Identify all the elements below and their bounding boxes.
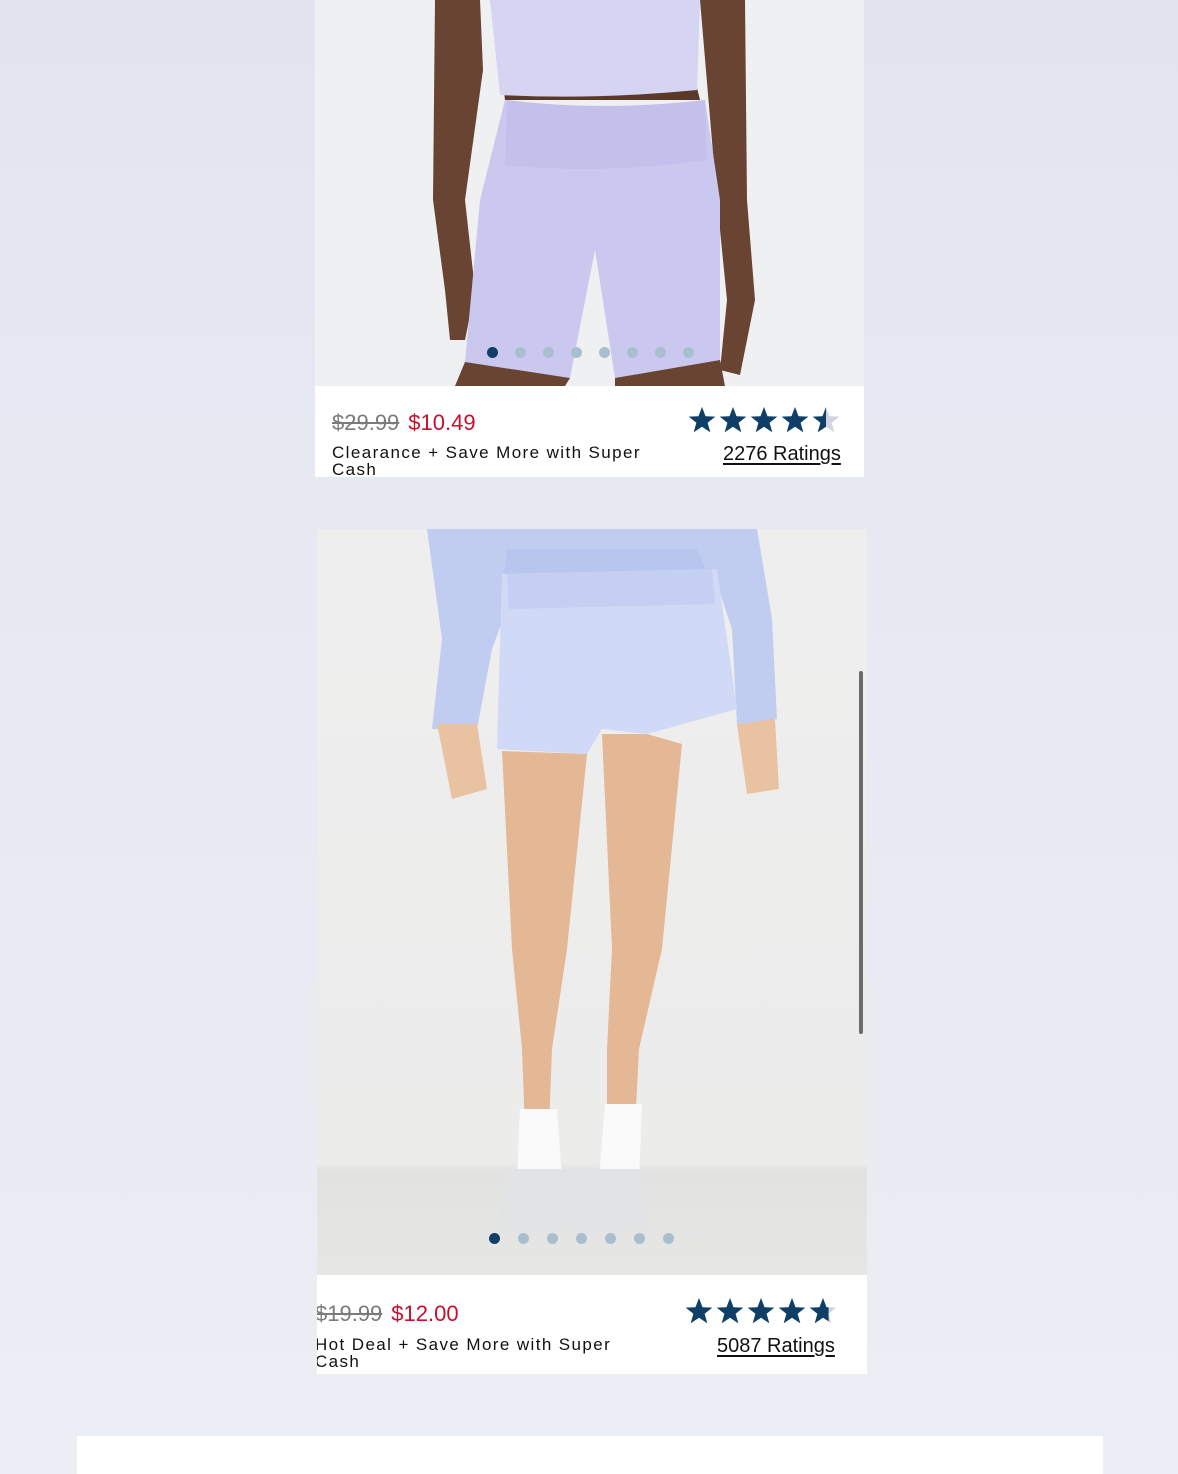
original-price: $29.99	[332, 410, 400, 435]
star-icon	[719, 407, 747, 433]
sale-price: $10.49	[408, 410, 476, 435]
sale-price: $12.00	[391, 1301, 459, 1326]
carousel-dot[interactable]	[576, 1233, 587, 1244]
bottom-panel	[77, 1436, 1103, 1474]
promo-text: Hot Deal + Save More with Super Cash	[317, 1335, 612, 1371]
carousel-dot[interactable]	[571, 347, 582, 358]
star-icon	[778, 1298, 806, 1324]
rating-stars	[685, 1297, 837, 1325]
original-price: $19.99	[317, 1301, 383, 1326]
carousel-dot[interactable]	[518, 1233, 529, 1244]
star-icon	[809, 1298, 837, 1324]
product-card[interactable]: $19.99 $12.00 Hot Deal + Save More with …	[317, 529, 867, 1374]
carousel-dot[interactable]	[683, 347, 694, 358]
carousel-dot[interactable]	[663, 1233, 674, 1244]
star-icon	[781, 407, 809, 433]
ratings-link[interactable]: 5087 Ratings	[717, 1335, 835, 1358]
carousel-dot[interactable]	[487, 347, 498, 358]
star-icon	[685, 1298, 713, 1324]
carousel-dot[interactable]	[515, 347, 526, 358]
carousel-dot[interactable]	[547, 1233, 558, 1244]
star-icon	[716, 1298, 744, 1324]
promo-text: Clearance + Save More with Super Cash	[332, 443, 641, 477]
star-icon	[688, 407, 716, 433]
product-image[interactable]	[317, 529, 867, 1275]
product-info: $29.99 $10.49 Clearance + Save More with…	[315, 386, 864, 477]
product-info: $19.99 $12.00 Hot Deal + Save More with …	[317, 1275, 867, 1374]
product-image[interactable]	[315, 0, 864, 386]
carousel-dot[interactable]	[655, 347, 666, 358]
carousel-dot[interactable]	[489, 1233, 500, 1244]
product-card[interactable]: $29.99 $10.49 Clearance + Save More with…	[315, 0, 864, 477]
carousel-dot[interactable]	[634, 1233, 645, 1244]
star-icon	[747, 1298, 775, 1324]
price-group: $29.99 $10.49	[332, 410, 476, 436]
star-icon	[750, 407, 778, 433]
rating-stars	[688, 406, 840, 434]
carousel-dot[interactable]	[605, 1233, 616, 1244]
ratings-link[interactable]: 2276 Ratings	[723, 443, 841, 466]
carousel-dot[interactable]	[543, 347, 554, 358]
star-icon	[812, 407, 840, 433]
carousel-dot[interactable]	[599, 347, 610, 358]
scrollbar[interactable]	[859, 671, 863, 1034]
price-group: $19.99 $12.00	[317, 1301, 459, 1327]
carousel-dots	[487, 347, 694, 358]
carousel-dot[interactable]	[627, 347, 638, 358]
carousel-dots	[489, 1233, 674, 1244]
